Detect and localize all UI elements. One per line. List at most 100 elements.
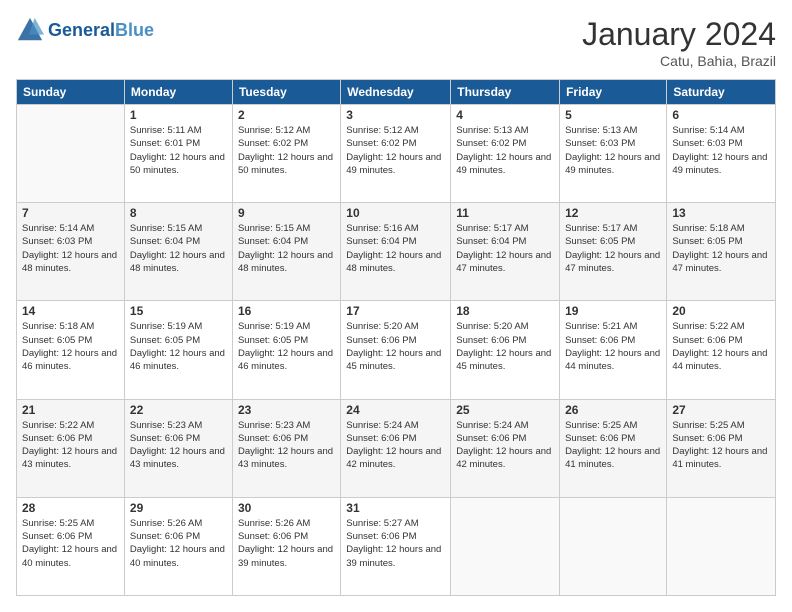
day-number: 5 (565, 108, 661, 122)
calendar-week-row: 21 Sunrise: 5:22 AM Sunset: 6:06 PM Dayli… (17, 399, 776, 497)
calendar-cell: 26 Sunrise: 5:25 AM Sunset: 6:06 PM Dayli… (560, 399, 667, 497)
day-info: Sunrise: 5:26 AM Sunset: 6:06 PM Dayligh… (130, 517, 227, 570)
day-info: Sunrise: 5:15 AM Sunset: 6:04 PM Dayligh… (238, 222, 335, 275)
calendar-cell: 7Sunrise: 5:14 AM Sunset: 6:03 PM Daylig… (17, 203, 125, 301)
calendar-cell: 17 Sunrise: 5:20 AM Sunset: 6:06 PM Dayli… (341, 301, 451, 399)
day-info: Sunrise: 5:18 AM Sunset: 6:05 PM Dayligh… (22, 320, 119, 373)
day-info: Sunrise: 5:25 AM Sunset: 6:06 PM Dayligh… (22, 517, 119, 570)
day-number: 11 (456, 206, 554, 220)
calendar-cell: 10Sunrise: 5:16 AM Sunset: 6:04 PM Dayli… (341, 203, 451, 301)
calendar-cell: 23Sunrise: 5:23 AM Sunset: 6:06 PM Dayli… (232, 399, 340, 497)
day-info: Sunrise: 5:24 AM Sunset: 6:06 PM Dayligh… (346, 419, 445, 472)
day-info: Sunrise: 5:20 AM Sunset: 6:06 PM Dayligh… (456, 320, 554, 373)
calendar-cell: 14Sunrise: 5:18 AM Sunset: 6:05 PM Dayli… (17, 301, 125, 399)
calendar-cell: 2Sunrise: 5:12 AM Sunset: 6:02 PM Daylig… (232, 105, 340, 203)
calendar-cell: 21 Sunrise: 5:22 AM Sunset: 6:06 PM Dayli… (17, 399, 125, 497)
day-number: 12 (565, 206, 661, 220)
calendar-cell: 3 Sunrise: 5:12 AM Sunset: 6:02 PM Daylig… (341, 105, 451, 203)
weekday-header: Wednesday (341, 80, 451, 105)
day-info: Sunrise: 5:15 AM Sunset: 6:04 PM Dayligh… (130, 222, 227, 275)
calendar-cell: 29 Sunrise: 5:26 AM Sunset: 6:06 PM Dayli… (124, 497, 232, 595)
day-info: Sunrise: 5:13 AM Sunset: 6:02 PM Dayligh… (456, 124, 554, 177)
calendar-cell: 1 Sunrise: 5:11 AM Sunset: 6:01 PM Daylig… (124, 105, 232, 203)
day-number: 9 (238, 206, 335, 220)
day-number: 24 (346, 403, 445, 417)
day-info: Sunrise: 5:22 AM Sunset: 6:06 PM Dayligh… (672, 320, 770, 373)
calendar-header-row: SundayMondayTuesdayWednesdayThursdayFrid… (17, 80, 776, 105)
logo-icon (16, 16, 44, 44)
day-number: 6 (672, 108, 770, 122)
calendar-cell: 6 Sunrise: 5:14 AM Sunset: 6:03 PM Daylig… (667, 105, 776, 203)
calendar-cell: 18 Sunrise: 5:20 AM Sunset: 6:06 PM Dayli… (451, 301, 560, 399)
month-title: January 2024 (582, 16, 776, 53)
day-number: 8 (130, 206, 227, 220)
day-info: Sunrise: 5:24 AM Sunset: 6:06 PM Dayligh… (456, 419, 554, 472)
day-number: 30 (238, 501, 335, 515)
calendar-week-row: 1 Sunrise: 5:11 AM Sunset: 6:01 PM Daylig… (17, 105, 776, 203)
logo-text: GeneralBlue (48, 20, 154, 41)
day-number: 1 (130, 108, 227, 122)
day-number: 7 (22, 206, 119, 220)
day-number: 17 (346, 304, 445, 318)
page: GeneralBlue January 2024 Catu, Bahia, Br… (0, 0, 792, 612)
calendar-cell: 20 Sunrise: 5:22 AM Sunset: 6:06 PM Dayli… (667, 301, 776, 399)
weekday-header: Monday (124, 80, 232, 105)
calendar-week-row: 14Sunrise: 5:18 AM Sunset: 6:05 PM Dayli… (17, 301, 776, 399)
day-info: Sunrise: 5:25 AM Sunset: 6:06 PM Dayligh… (565, 419, 661, 472)
day-info: Sunrise: 5:12 AM Sunset: 6:02 PM Dayligh… (238, 124, 335, 177)
day-info: Sunrise: 5:13 AM Sunset: 6:03 PM Dayligh… (565, 124, 661, 177)
calendar-cell: 9 Sunrise: 5:15 AM Sunset: 6:04 PM Daylig… (232, 203, 340, 301)
calendar: SundayMondayTuesdayWednesdayThursdayFrid… (16, 79, 776, 596)
day-number: 31 (346, 501, 445, 515)
logo: GeneralBlue (16, 16, 154, 44)
day-number: 13 (672, 206, 770, 220)
day-number: 28 (22, 501, 119, 515)
day-info: Sunrise: 5:27 AM Sunset: 6:06 PM Dayligh… (346, 517, 445, 570)
weekday-header: Saturday (667, 80, 776, 105)
day-number: 3 (346, 108, 445, 122)
day-number: 27 (672, 403, 770, 417)
day-info: Sunrise: 5:20 AM Sunset: 6:06 PM Dayligh… (346, 320, 445, 373)
calendar-cell: 24 Sunrise: 5:24 AM Sunset: 6:06 PM Dayli… (341, 399, 451, 497)
day-info: Sunrise: 5:17 AM Sunset: 6:04 PM Dayligh… (456, 222, 554, 275)
day-info: Sunrise: 5:26 AM Sunset: 6:06 PM Dayligh… (238, 517, 335, 570)
day-number: 29 (130, 501, 227, 515)
day-number: 19 (565, 304, 661, 318)
day-info: Sunrise: 5:19 AM Sunset: 6:05 PM Dayligh… (238, 320, 335, 373)
day-info: Sunrise: 5:12 AM Sunset: 6:02 PM Dayligh… (346, 124, 445, 177)
day-info: Sunrise: 5:25 AM Sunset: 6:06 PM Dayligh… (672, 419, 770, 472)
day-info: Sunrise: 5:21 AM Sunset: 6:06 PM Dayligh… (565, 320, 661, 373)
day-number: 23 (238, 403, 335, 417)
day-number: 4 (456, 108, 554, 122)
day-number: 15 (130, 304, 227, 318)
day-info: Sunrise: 5:11 AM Sunset: 6:01 PM Dayligh… (130, 124, 227, 177)
calendar-cell: 15 Sunrise: 5:19 AM Sunset: 6:05 PM Dayli… (124, 301, 232, 399)
calendar-cell (17, 105, 125, 203)
title-block: January 2024 Catu, Bahia, Brazil (582, 16, 776, 69)
calendar-cell: 25 Sunrise: 5:24 AM Sunset: 6:06 PM Dayli… (451, 399, 560, 497)
day-number: 21 (22, 403, 119, 417)
day-number: 26 (565, 403, 661, 417)
day-info: Sunrise: 5:17 AM Sunset: 6:05 PM Dayligh… (565, 222, 661, 275)
calendar-cell: 4 Sunrise: 5:13 AM Sunset: 6:02 PM Daylig… (451, 105, 560, 203)
calendar-cell (667, 497, 776, 595)
calendar-cell: 16Sunrise: 5:19 AM Sunset: 6:05 PM Dayli… (232, 301, 340, 399)
day-info: Sunrise: 5:16 AM Sunset: 6:04 PM Dayligh… (346, 222, 445, 275)
calendar-cell: 30 Sunrise: 5:26 AM Sunset: 6:06 PM Dayli… (232, 497, 340, 595)
calendar-week-row: 7Sunrise: 5:14 AM Sunset: 6:03 PM Daylig… (17, 203, 776, 301)
day-info: Sunrise: 5:14 AM Sunset: 6:03 PM Dayligh… (672, 124, 770, 177)
calendar-cell: 27 Sunrise: 5:25 AM Sunset: 6:06 PM Dayli… (667, 399, 776, 497)
header: GeneralBlue January 2024 Catu, Bahia, Br… (16, 16, 776, 69)
day-info: Sunrise: 5:22 AM Sunset: 6:06 PM Dayligh… (22, 419, 119, 472)
calendar-cell: 8 Sunrise: 5:15 AM Sunset: 6:04 PM Daylig… (124, 203, 232, 301)
calendar-cell: 31 Sunrise: 5:27 AM Sunset: 6:06 PM Dayli… (341, 497, 451, 595)
day-info: Sunrise: 5:19 AM Sunset: 6:05 PM Dayligh… (130, 320, 227, 373)
day-number: 20 (672, 304, 770, 318)
weekday-header: Sunday (17, 80, 125, 105)
day-number: 18 (456, 304, 554, 318)
calendar-cell (560, 497, 667, 595)
day-info: Sunrise: 5:18 AM Sunset: 6:05 PM Dayligh… (672, 222, 770, 275)
day-number: 25 (456, 403, 554, 417)
calendar-cell: 5 Sunrise: 5:13 AM Sunset: 6:03 PM Daylig… (560, 105, 667, 203)
logo-blue: Blue (115, 20, 154, 40)
